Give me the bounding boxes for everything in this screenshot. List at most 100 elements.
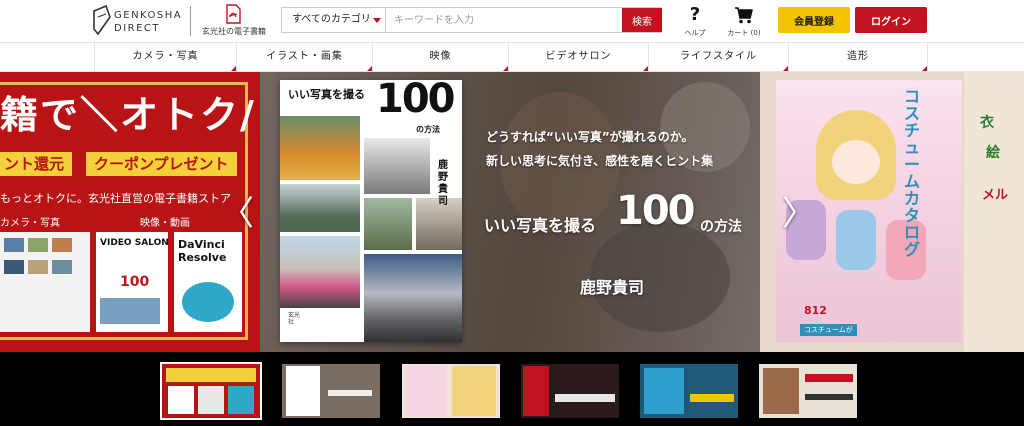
- promo-tag-coupon: クーポンプレゼント: [86, 152, 237, 176]
- thumb-title-bar: [328, 390, 372, 396]
- logo-divider: [190, 6, 191, 36]
- pdf-book-icon: [226, 4, 241, 24]
- next-slide-text-1: 衣: [980, 115, 994, 131]
- question-mark-icon: ?: [689, 4, 701, 25]
- cover-photo-mountain: [280, 184, 360, 232]
- book-title: いい写真を撮る: [288, 88, 365, 101]
- thumb-banner-strip: [166, 368, 256, 382]
- search-input[interactable]: [388, 9, 620, 31]
- cart-link[interactable]: カート (0): [722, 6, 766, 38]
- carousel-next-arrow-icon[interactable]: 〉: [782, 196, 816, 236]
- nav-item-video-salon[interactable]: ビデオサロン: [508, 43, 648, 71]
- promo-row-camera: カメラ・写真: [0, 218, 60, 229]
- thumb-title-bar: [690, 394, 734, 402]
- thumb-image: [100, 298, 160, 324]
- thumb-book: [286, 366, 320, 416]
- costume-book-title: コスチュームカタログ: [904, 87, 921, 259]
- cart-label: カート (0): [727, 29, 761, 37]
- book-number: 100: [376, 80, 455, 122]
- thumb-image: [4, 260, 24, 274]
- thumbnail-muscle-drawing[interactable]: [759, 364, 857, 418]
- cover-photo-couple: [364, 138, 430, 194]
- thumb-image: [198, 386, 224, 414]
- site-header: GENKOSHA DIRECT 玄光社の電子書籍 すべてのカテゴリ 検索 ? ヘ…: [0, 0, 1024, 42]
- cover-character-face: [832, 140, 880, 184]
- hero-lead-line2: 新しい思考に気付き、感性を磨くヒント集: [486, 154, 714, 168]
- thumb-book: [763, 368, 799, 414]
- hero-title-prefix: いい写真を撮る: [484, 216, 597, 235]
- thumb-book: [406, 366, 446, 416]
- promo-panel-photo: [0, 232, 90, 332]
- costume-book-number: 812: [804, 304, 827, 317]
- panel-100-text: 100: [120, 274, 150, 290]
- category-select[interactable]: すべてのカテゴリ: [282, 8, 386, 32]
- nav-item-video[interactable]: 映像: [372, 43, 508, 71]
- thumbnail-costume-catalog[interactable]: [402, 364, 500, 418]
- nav-item-label: ビデオサロン: [545, 51, 612, 62]
- promo-row-video: 映像・動画: [140, 218, 190, 229]
- book-method: の方法: [416, 125, 440, 134]
- cover-character-small: [836, 210, 876, 270]
- thumbnail-photo-100-methods[interactable]: [282, 364, 380, 418]
- book-author: 鹿野貴司: [438, 160, 448, 207]
- ebook-link[interactable]: 玄光社の電子書籍: [198, 4, 270, 38]
- hero-author: 鹿野貴司: [580, 278, 645, 297]
- thumbnail-illustration-method[interactable]: [521, 364, 619, 418]
- nav-item-illustration[interactable]: イラスト・画集: [236, 43, 372, 71]
- thumb-book: [523, 366, 549, 416]
- nav-item-camera-photo[interactable]: カメラ・写真: [94, 43, 236, 71]
- cart-icon: [735, 7, 753, 24]
- logo-mark-icon: [93, 5, 111, 35]
- nav-item-lifestyle[interactable]: ライフスタイル: [648, 43, 788, 71]
- help-link[interactable]: ? ヘルプ: [680, 6, 710, 38]
- thumb-image: [168, 386, 194, 414]
- corner-marker-icon: [922, 66, 927, 71]
- cover-photo-beach: [364, 254, 462, 342]
- ebook-label: 玄光社の電子書籍: [202, 27, 266, 36]
- login-button[interactable]: ログイン: [855, 7, 927, 33]
- thumb-image: [52, 238, 72, 252]
- promo-tag-points: ント還元: [0, 152, 73, 176]
- hero-carousel: 籍で＼オトク/ ント還元 クーポンプレゼント もっとオトクに。玄光社直営の電子書…: [0, 72, 1024, 352]
- panel-video-salon-text: VIDEO SALON: [100, 238, 169, 248]
- next-slide-text-2: メル: [982, 188, 1009, 203]
- hero-title-number: 100: [616, 188, 695, 234]
- category-select-value: すべてのカテゴリ: [292, 14, 371, 25]
- thumb-title-bar: [555, 394, 615, 402]
- nav-item-label: イラスト・画集: [266, 51, 343, 62]
- thumb-title-bar: [805, 394, 853, 400]
- nav-item-label: 映像: [429, 51, 452, 62]
- thumbnail-ebook-promo[interactable]: [160, 362, 262, 420]
- logo-text-direct: DIRECT: [114, 23, 161, 34]
- nav-item-label: 造形: [847, 51, 869, 62]
- cover-photo-field: [364, 198, 412, 250]
- carousel-thumbnails: [0, 352, 1024, 426]
- caret-down-icon: [373, 18, 381, 23]
- cover-photo-market: [280, 116, 360, 180]
- promo-subtitle: もっとオトクに。玄光社直営の電子書籍ストア: [0, 192, 231, 205]
- thumb-image: [228, 386, 254, 414]
- category-nav: カメラ・写真 イラスト・画集 映像 ビデオサロン ライフスタイル 造形: [0, 42, 1024, 72]
- promo-panel-davinci: DaVinci Resolve: [174, 232, 242, 332]
- cover-photo-people: [280, 236, 360, 308]
- book-cover: いい写真を撮る 100 の方法 鹿野貴司 玄光社: [280, 80, 462, 342]
- thumb-image: [182, 282, 234, 322]
- panel-davinci-text: DaVinci Resolve: [178, 238, 227, 264]
- book-publisher: 玄光社: [288, 312, 301, 326]
- logo-text-genkosha: GENKOSHA: [114, 10, 183, 21]
- slide-photo-100-methods[interactable]: いい写真を撮る 100 の方法 鹿野貴司 玄光社 どうすれば“いい写真”が撮れる…: [260, 72, 760, 352]
- search-button[interactable]: 検索: [622, 8, 662, 32]
- thumb-image: [28, 260, 48, 274]
- thumb-title-bar: [805, 374, 853, 382]
- next-slide-text-1b: 絵: [986, 145, 1000, 161]
- carousel-prev-arrow-icon[interactable]: 〈: [220, 196, 254, 236]
- nav-item-modeling[interactable]: 造形: [788, 43, 928, 71]
- costume-book-note: コスチュームが: [800, 324, 857, 336]
- register-button[interactable]: 会員登録: [778, 7, 850, 33]
- search-bar: すべてのカテゴリ 検索: [281, 7, 662, 33]
- promo-panel-video-salon: VIDEO SALON 100: [96, 232, 169, 332]
- genkosha-direct-logo[interactable]: GENKOSHA DIRECT: [92, 5, 182, 37]
- thumbnail-old-digicam[interactable]: [640, 364, 738, 418]
- thumb-image: [52, 260, 72, 274]
- hero-lead-line1: どうすれば“いい写真”が撮れるのか。: [486, 130, 694, 144]
